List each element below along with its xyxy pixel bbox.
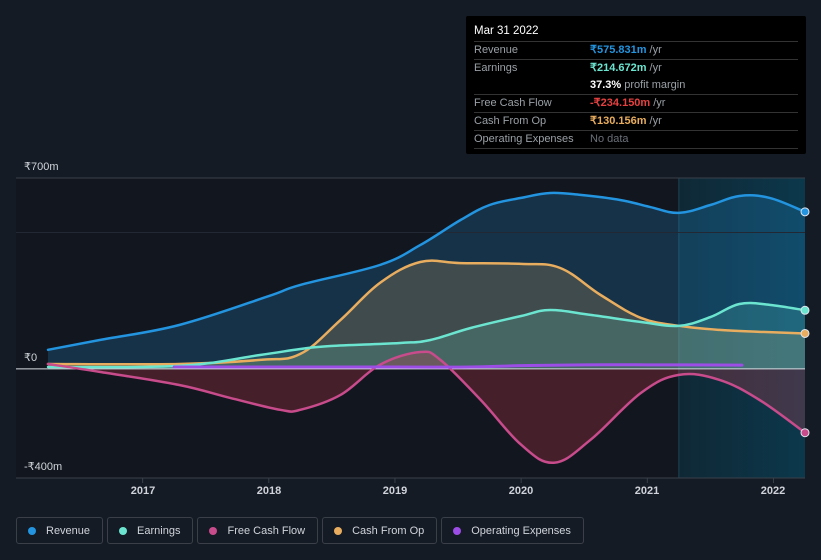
tooltip-unit: /yr	[649, 62, 662, 74]
x-tick-label: 2022	[760, 485, 786, 497]
endpoint-revenue	[800, 207, 810, 217]
x-axis-ticks	[142, 478, 774, 483]
legend-label: Revenue	[46, 524, 91, 537]
y-tick-label: ₹0	[24, 352, 38, 364]
tooltip-unit: /yr	[649, 44, 662, 56]
tooltip-label: Cash From Op	[474, 115, 547, 127]
tooltip-value: 37.3%	[590, 79, 622, 91]
x-tick-label: 2019	[382, 485, 408, 497]
tooltip-unit: /yr	[649, 115, 662, 127]
tooltip-row-operating-expenses: Operating Expenses No data	[474, 131, 798, 149]
endpoint-cash-from-op	[800, 328, 810, 338]
tooltip-label: Earnings	[474, 62, 518, 74]
endpoint-earnings	[800, 305, 810, 315]
y-tick-label: -₹400m	[24, 461, 63, 473]
tooltip-row-profit-margin: 37.3% profit margin	[474, 77, 798, 95]
tooltip-row-earnings: Earnings ₹214.672m /yr	[474, 60, 798, 77]
tooltip-unit: /yr	[653, 97, 666, 109]
x-tick-label: 2021	[634, 485, 660, 497]
tooltip-row-revenue: Revenue ₹575.831m /yr	[474, 42, 798, 60]
tooltip-value: ₹575.831m	[590, 44, 647, 56]
x-tick-label: 2018	[256, 485, 282, 497]
legend-item-cash-from-op[interactable]: Cash From Op	[322, 517, 438, 544]
endpoint-free-cash-flow	[800, 428, 810, 438]
tooltip-row-free-cash-flow: Free Cash Flow -₹234.150m /yr	[474, 95, 798, 113]
tooltip-label	[474, 77, 590, 94]
tooltip-label: Revenue	[474, 44, 519, 56]
legend-label: Operating Expenses	[471, 524, 571, 537]
x-tick-label: 2017	[130, 485, 156, 497]
tooltip-label: Operating Expenses	[474, 133, 574, 145]
y-tick-label: ₹700m	[24, 161, 59, 173]
legend-dot-icon	[334, 526, 343, 535]
legend-item-earnings[interactable]: Earnings	[107, 517, 194, 544]
tooltip-date: Mar 31 2022	[474, 22, 798, 42]
legend-label: Cash From Op	[352, 524, 425, 537]
x-tick-label: 2020	[508, 485, 534, 497]
legend-dot-icon	[209, 526, 218, 535]
legend-label: Free Cash Flow	[227, 524, 306, 537]
legend-dot-icon	[28, 526, 36, 535]
tooltip-row-cash-from-op: Cash From Op ₹130.156m /yr	[474, 113, 798, 131]
tooltip-value: ₹214.672m	[590, 62, 647, 74]
chart-legend: Revenue Earnings Free Cash Flow Cash Fro…	[16, 517, 584, 544]
legend-dot-icon	[119, 526, 128, 535]
tooltip-label: Free Cash Flow	[474, 97, 552, 109]
legend-item-revenue[interactable]: Revenue	[16, 517, 104, 544]
tooltip-unit: profit margin	[624, 79, 686, 91]
tooltip-value: ₹130.156m	[590, 115, 647, 127]
tooltip-value: No data	[590, 133, 629, 145]
legend-item-operating-expenses[interactable]: Operating Expenses	[441, 517, 584, 544]
legend-dot-icon	[453, 526, 462, 535]
data-tooltip: Mar 31 2022 Revenue ₹575.831m /yr Earnin…	[466, 16, 806, 154]
legend-item-free-cash-flow[interactable]: Free Cash Flow	[197, 517, 319, 544]
legend-label: Earnings	[137, 524, 181, 537]
tooltip-value: -₹234.150m	[590, 97, 651, 109]
